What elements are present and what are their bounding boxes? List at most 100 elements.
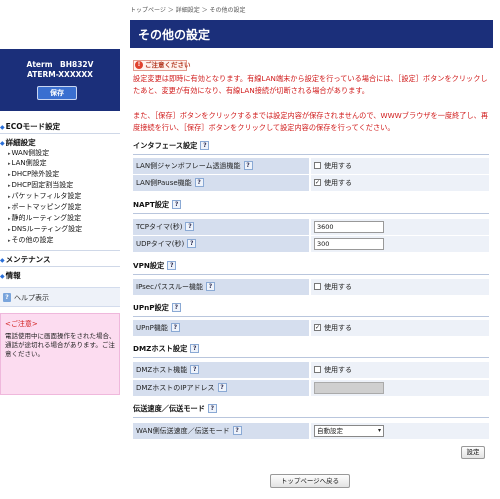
checkbox-label: 使用する <box>324 283 352 291</box>
tcp-timer-input[interactable]: 3600 <box>314 221 384 233</box>
help-icon[interactable]: ? <box>200 141 210 150</box>
row-label: LAN側Pause機能? <box>133 175 309 191</box>
row-label: DMZホスト機能? <box>133 362 309 378</box>
row-value: 3600 <box>311 219 489 235</box>
triangle-icon: ◆ <box>0 273 5 280</box>
row-value: ✓ 使用する <box>311 175 489 191</box>
help-icon[interactable]: ? <box>194 178 204 187</box>
save-button[interactable]: 保存 <box>37 86 77 100</box>
help-icon[interactable]: ? <box>232 426 242 435</box>
pause-checkbox[interactable]: ✓ <box>314 179 321 186</box>
help-icon[interactable]: ? <box>172 200 182 209</box>
help-label: ヘルプ表示 <box>14 294 49 302</box>
row-label: IPsecパススルー機能? <box>133 279 309 295</box>
row-label: UPnP機能? <box>133 320 309 336</box>
help-icon[interactable]: ? <box>190 365 200 374</box>
arrow-icon: ▸ <box>8 194 11 200</box>
settings-button[interactable]: 設定 <box>461 446 485 459</box>
warning-icon: ! <box>135 61 143 69</box>
section-vpn: VPN設定? <box>133 261 489 275</box>
jumbo-frame-checkbox[interactable] <box>314 162 321 169</box>
checkbox-label: 使用する <box>324 162 352 170</box>
help-icon[interactable]: ? <box>185 222 195 231</box>
section-dmz: DMZホスト設定? <box>133 344 489 358</box>
help-icon[interactable]: ? <box>205 282 215 291</box>
section-transmission: 伝送速度／伝送モード? <box>133 404 489 418</box>
help-toggle[interactable]: ? ヘルプ表示 <box>0 287 120 307</box>
back-to-top-button[interactable]: トップページへ戻る <box>270 474 350 488</box>
row-value: 自動設定 ▾ <box>311 423 489 439</box>
section-upnp: UPnP設定? <box>133 303 489 317</box>
nav-divider <box>0 250 120 251</box>
sidebar-item-wan[interactable]: ▸WAN側設定 <box>8 148 49 158</box>
row-jumbo-frame: LAN側ジャンボフレーム透過機能? 使用する <box>133 158 489 174</box>
row-dmz-host: DMZホスト機能? 使用する <box>133 362 489 378</box>
help-icon[interactable]: ? <box>187 239 197 248</box>
help-icon[interactable]: ? <box>243 161 253 170</box>
row-tcp-timer: TCPタイマ(秒)? 3600 <box>133 219 489 235</box>
checkbox-label: 使用する <box>324 179 352 187</box>
nav-info[interactable]: ◆情報 <box>0 270 120 281</box>
device-model: Aterm BH832V <box>26 60 94 69</box>
sidebar-item-dhcp-fixed[interactable]: ▸DHCP固定割当設定 <box>8 180 73 190</box>
help-icon[interactable]: ? <box>167 261 177 270</box>
nav-eco-mode[interactable]: ◆ECOモード設定 <box>0 121 120 132</box>
row-value: ✓ 使用する <box>311 320 489 336</box>
arrow-icon: ▸ <box>8 205 11 211</box>
caution-text: 電話使用中に画面操作をされた場合、通話が途切れる場合があります。ご注意ください。 <box>5 332 116 358</box>
sidebar-item-dhcp-exclude[interactable]: ▸DHCP除外設定 <box>8 169 59 179</box>
triangle-icon: ◆ <box>0 124 5 131</box>
nav-maintenance[interactable]: ◆メンテナンス <box>0 254 120 265</box>
sidebar-item-packet-filter[interactable]: ▸パケットフィルタ設定 <box>8 191 81 201</box>
help-icon[interactable]: ? <box>207 404 217 413</box>
row-upnp: UPnP機能? ✓ 使用する <box>133 320 489 336</box>
wan-speed-select[interactable]: 自動設定 ▾ <box>314 425 384 437</box>
row-value: 使用する <box>311 279 489 295</box>
dmz-ip-input <box>314 382 384 394</box>
sidebar-item-other-settings[interactable]: ▸その他の設定 <box>8 235 54 245</box>
udp-timer-input[interactable]: 300 <box>314 238 384 250</box>
row-wan-speed: WAN側伝送速度／伝送モード? 自動設定 ▾ <box>133 423 489 439</box>
row-label: TCPタイマ(秒)? <box>133 219 309 235</box>
row-pause: LAN側Pause機能? ✓ 使用する <box>133 175 489 191</box>
notice-text-2: また、［保存］ボタンをクリックするまでは設定内容が保存されませんので、WWWブラ… <box>133 111 489 132</box>
section-interface: インタフェース設定? <box>133 141 489 155</box>
dmz-host-checkbox[interactable] <box>314 366 321 373</box>
row-label: DMZホストのIPアドレス? <box>133 380 309 396</box>
row-label: UDPタイマ(秒)? <box>133 236 309 252</box>
sidebar-item-port-mapping[interactable]: ▸ポートマッピング設定 <box>8 202 82 212</box>
caution-panel: <ご注意> 電話使用中に画面操作をされた場合、通話が途切れる場合があります。ご注… <box>0 313 120 395</box>
sidebar-item-static-routing[interactable]: ▸静的ルーティング設定 <box>8 213 81 223</box>
row-dmz-ip: DMZホストのIPアドレス? <box>133 380 489 396</box>
ipsec-checkbox[interactable] <box>314 283 321 290</box>
sidebar: Aterm BH832V ATERM-XXXXXX 保存 ◆ECOモード設定 ◆… <box>0 0 120 499</box>
row-label: LAN側ジャンボフレーム透過機能? <box>133 158 309 174</box>
help-icon[interactable]: ? <box>171 303 181 312</box>
help-icon[interactable]: ? <box>170 323 180 332</box>
row-label: WAN側伝送速度／伝送モード? <box>133 423 309 439</box>
arrow-icon: ▸ <box>8 183 11 189</box>
arrow-icon: ▸ <box>8 151 11 157</box>
checkbox-label: 使用する <box>324 366 352 374</box>
arrow-icon: ▸ <box>8 161 11 167</box>
row-value: 使用する <box>311 362 489 378</box>
page-title: その他の設定 <box>138 28 211 42</box>
triangle-icon: ◆ <box>0 140 5 147</box>
sidebar-item-dns-routing[interactable]: ▸DNSルーティング設定 <box>8 224 82 234</box>
page-title-bar: その他の設定 <box>130 20 493 48</box>
notice-badge: ! ご注意ください <box>133 60 191 71</box>
help-icon: ? <box>3 293 11 302</box>
triangle-icon: ◆ <box>0 257 5 264</box>
notice-text-1: 設定変更は即時に有効となります。有線LAN端末から設定を行っている場合には、［設… <box>133 74 488 95</box>
breadcrumb[interactable]: トップページ ＞ 詳細設定 ＞ その他の設定 <box>130 5 246 14</box>
checkbox-label: 使用する <box>324 324 352 332</box>
help-icon[interactable]: ? <box>217 383 227 392</box>
upnp-checkbox[interactable]: ✓ <box>314 324 321 331</box>
help-icon[interactable]: ? <box>190 344 200 353</box>
sidebar-item-lan[interactable]: ▸LAN側設定 <box>8 158 47 168</box>
row-value: 300 <box>311 236 489 252</box>
arrow-icon: ▸ <box>8 238 11 244</box>
arrow-icon: ▸ <box>8 227 11 233</box>
nav-advanced-settings[interactable]: ◆詳細設定 <box>0 137 120 148</box>
row-ipsec: IPsecパススルー機能? 使用する <box>133 279 489 295</box>
